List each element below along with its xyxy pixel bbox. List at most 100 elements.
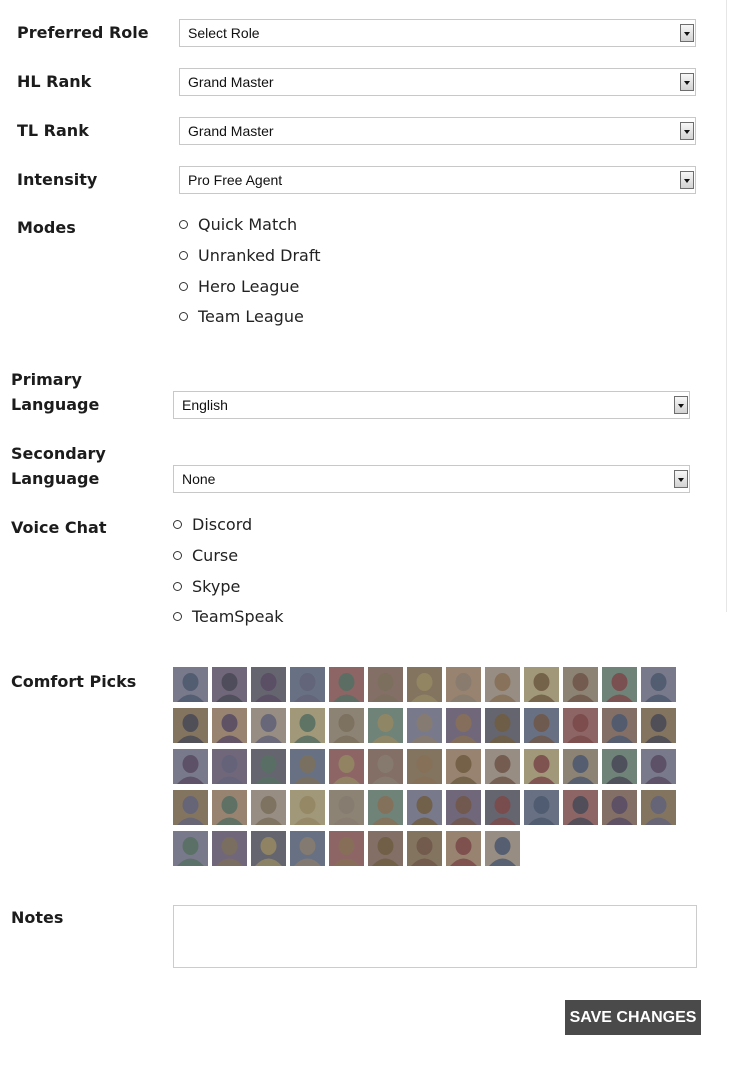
hero-portrait[interactable] (212, 790, 247, 825)
intensity-label: Intensity (17, 170, 98, 189)
hero-portrait[interactable] (602, 708, 637, 743)
primary-language-label: Primary Language (11, 367, 99, 417)
hero-portrait[interactable] (446, 831, 481, 866)
hero-portrait[interactable] (524, 708, 559, 743)
hero-portrait[interactable] (290, 667, 325, 702)
hero-portrait[interactable] (212, 708, 247, 743)
voice-option-label: TeamSpeak (192, 607, 284, 626)
secondary-language-select[interactable]: None (173, 465, 690, 493)
hero-portrait[interactable] (173, 831, 208, 866)
save-changes-button[interactable]: SAVE CHANGES (565, 1000, 701, 1035)
hero-portrait[interactable] (563, 708, 598, 743)
voice-chat-label: Voice Chat (11, 518, 107, 537)
hero-portrait[interactable] (407, 667, 442, 702)
hero-portrait[interactable] (329, 667, 364, 702)
hero-portrait[interactable] (524, 667, 559, 702)
preferred-role-label: Preferred Role (17, 23, 149, 42)
radio-button[interactable] (173, 551, 182, 560)
secondary-language-label: Secondary Language (11, 441, 106, 491)
intensity-select[interactable]: Pro Free Agent (179, 166, 696, 194)
hero-portrait[interactable] (290, 708, 325, 743)
primary-language-value: English (182, 397, 228, 413)
hero-portrait[interactable] (212, 831, 247, 866)
hero-portrait[interactable] (485, 708, 520, 743)
hero-portrait[interactable] (446, 749, 481, 784)
hero-portrait[interactable] (602, 749, 637, 784)
hero-portrait[interactable] (524, 790, 559, 825)
hero-portrait[interactable] (329, 790, 364, 825)
hero-portrait[interactable] (563, 749, 598, 784)
hero-portrait[interactable] (251, 790, 286, 825)
hero-portrait[interactable] (641, 790, 676, 825)
comfort-picks-label: Comfort Picks (11, 672, 137, 691)
hl-rank-select[interactable]: Grand Master (179, 68, 696, 96)
preferred-role-select[interactable]: Select Role (179, 19, 696, 47)
hero-portrait[interactable] (407, 790, 442, 825)
hero-portrait[interactable] (641, 749, 676, 784)
modes-label: Modes (17, 218, 76, 237)
hero-portrait[interactable] (329, 708, 364, 743)
chevron-down-icon[interactable] (674, 470, 688, 488)
hero-portrait[interactable] (368, 749, 403, 784)
hero-portrait[interactable] (485, 749, 520, 784)
hero-portrait[interactable] (446, 708, 481, 743)
hl-rank-value: Grand Master (188, 74, 274, 90)
radio-button[interactable] (179, 312, 188, 321)
preferred-role-value: Select Role (188, 25, 260, 41)
hero-portrait[interactable] (485, 831, 520, 866)
hero-portrait[interactable] (290, 749, 325, 784)
radio-button[interactable] (179, 220, 188, 229)
hero-portrait[interactable] (173, 749, 208, 784)
hero-portrait[interactable] (641, 708, 676, 743)
hero-portrait[interactable] (641, 667, 676, 702)
hero-portrait[interactable] (446, 667, 481, 702)
hero-portrait[interactable] (290, 831, 325, 866)
mode-option-label: Team League (198, 307, 304, 326)
radio-button[interactable] (173, 612, 182, 621)
hero-portrait[interactable] (485, 667, 520, 702)
chevron-down-icon[interactable] (680, 73, 694, 91)
radio-button[interactable] (173, 582, 182, 591)
chevron-down-icon[interactable] (674, 396, 688, 414)
hero-portrait[interactable] (368, 708, 403, 743)
hero-portrait[interactable] (212, 749, 247, 784)
hero-portrait[interactable] (251, 749, 286, 784)
hero-portrait[interactable] (368, 831, 403, 866)
hero-portrait[interactable] (329, 749, 364, 784)
hero-portrait[interactable] (407, 708, 442, 743)
hero-portrait[interactable] (368, 667, 403, 702)
hero-portrait[interactable] (485, 790, 520, 825)
hero-portrait[interactable] (251, 708, 286, 743)
chevron-down-icon[interactable] (680, 24, 694, 42)
radio-button[interactable] (173, 520, 182, 529)
chevron-down-icon[interactable] (680, 171, 694, 189)
radio-button[interactable] (179, 251, 188, 260)
hero-portrait[interactable] (290, 790, 325, 825)
hero-portrait[interactable] (173, 790, 208, 825)
hero-portrait[interactable] (251, 667, 286, 702)
hero-portrait[interactable] (602, 790, 637, 825)
secondary-language-value: None (182, 471, 216, 487)
hero-portrait[interactable] (173, 667, 208, 702)
tl-rank-select[interactable]: Grand Master (179, 117, 696, 145)
intensity-value: Pro Free Agent (188, 172, 283, 188)
hero-portrait[interactable] (251, 831, 286, 866)
chevron-down-icon[interactable] (680, 122, 694, 140)
mode-option-label: Unranked Draft (198, 246, 321, 265)
primary-language-select[interactable]: English (173, 391, 690, 419)
hero-portrait[interactable] (563, 790, 598, 825)
hero-portrait[interactable] (407, 749, 442, 784)
hero-portrait[interactable] (602, 667, 637, 702)
hero-portrait[interactable] (368, 790, 403, 825)
hero-portrait[interactable] (212, 667, 247, 702)
hero-portrait[interactable] (563, 667, 598, 702)
hero-portrait[interactable] (524, 749, 559, 784)
hero-portrait[interactable] (329, 831, 364, 866)
hero-portrait[interactable] (407, 831, 442, 866)
tl-rank-label: TL Rank (17, 121, 89, 140)
radio-button[interactable] (179, 282, 188, 291)
hero-portrait[interactable] (173, 708, 208, 743)
hero-portrait[interactable] (446, 790, 481, 825)
primary-language-label-line1: Primary (11, 370, 82, 389)
notes-textarea[interactable] (173, 905, 697, 968)
